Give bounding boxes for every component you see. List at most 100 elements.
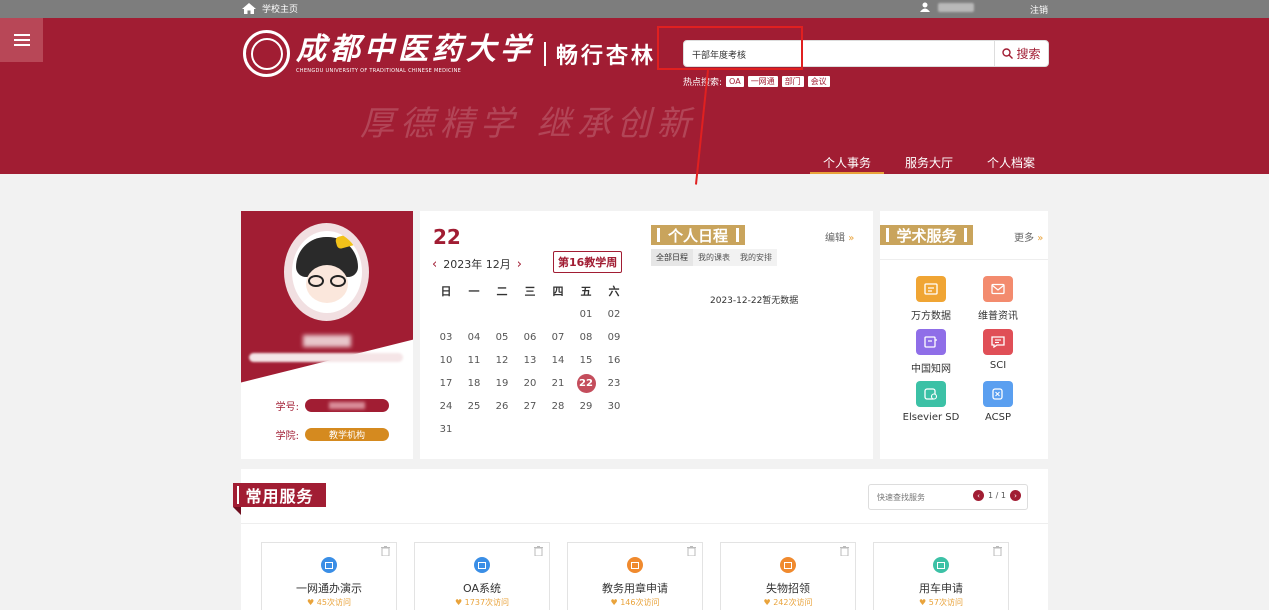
student-id-row: 学号: bbox=[241, 398, 389, 413]
service-card-yiwangtong[interactable]: 一网通办演示 ♥ 45次访问 bbox=[261, 542, 397, 610]
calendar-date[interactable]: 28 bbox=[544, 397, 572, 416]
current-day: 22 bbox=[433, 225, 461, 249]
calendar-date[interactable]: 07 bbox=[544, 328, 572, 347]
calendar-date[interactable]: 10 bbox=[432, 351, 460, 370]
prev-page-icon[interactable]: ‹ bbox=[973, 490, 985, 501]
service-card-oa[interactable]: OA系统 ♥ 1737次访问 bbox=[414, 542, 550, 610]
calendar-date[interactable]: 02 bbox=[600, 305, 628, 324]
calendar-empty-cell bbox=[572, 420, 600, 439]
search-button[interactable]: 搜索 bbox=[994, 41, 1048, 66]
prev-month-icon[interactable]: ‹ bbox=[432, 257, 437, 272]
calendar-date[interactable]: 11 bbox=[460, 351, 488, 370]
calendar-date[interactable]: 05 bbox=[488, 328, 516, 347]
academic-more-link[interactable]: 更多 » bbox=[1014, 229, 1043, 244]
academic-item-label: 万方数据 bbox=[911, 311, 951, 322]
schedule-edit-label: 编辑 bbox=[825, 233, 845, 244]
calendar-date[interactable]: 20 bbox=[516, 374, 544, 393]
trash-icon[interactable] bbox=[687, 546, 696, 556]
service-card-lost-found[interactable]: 失物招领 ♥ 242次访问 bbox=[720, 542, 856, 610]
teaching-week-badge: 第16教学周 bbox=[553, 251, 623, 273]
calendar-date[interactable]: 15 bbox=[572, 351, 600, 370]
user-info[interactable] bbox=[920, 2, 974, 12]
tab-personal-affairs[interactable]: 个人事务 bbox=[809, 154, 885, 174]
avatar[interactable] bbox=[284, 223, 369, 321]
tab-my-courses[interactable]: 我的课表 bbox=[693, 249, 735, 266]
academic-item-weipu[interactable]: 维普资讯 bbox=[958, 276, 1038, 322]
top-bar: 学校主页 注销 bbox=[0, 0, 1269, 18]
school-home-label: 学校主页 bbox=[262, 5, 299, 15]
academic-item-acsp[interactable]: ACSP bbox=[958, 381, 1038, 423]
calendar-date[interactable]: 21 bbox=[544, 374, 572, 393]
school-name-en: CHENGDU UNIVERSITY OF TRADITIONAL CHINES… bbox=[296, 68, 462, 74]
calendar-date[interactable]: 29 bbox=[572, 397, 600, 416]
calendar-date[interactable]: 17 bbox=[432, 374, 460, 393]
calendar-date[interactable]: 19 bbox=[488, 374, 516, 393]
service-card-vehicle-request[interactable]: 用车申请 ♥ 57次访问 bbox=[873, 542, 1009, 610]
visits-count: 45次访问 bbox=[316, 598, 351, 607]
calendar-date[interactable]: 04 bbox=[460, 328, 488, 347]
hot-tag-oa[interactable]: OA bbox=[726, 76, 744, 87]
service-icon bbox=[474, 557, 490, 573]
weekday-header: 五 bbox=[580, 285, 592, 298]
calendar-date[interactable]: 12 bbox=[488, 351, 516, 370]
calendar-date[interactable]: 25 bbox=[460, 397, 488, 416]
next-page-icon[interactable]: › bbox=[1010, 490, 1021, 501]
calendar-empty-cell bbox=[600, 420, 628, 439]
search-button-label: 搜索 bbox=[1016, 47, 1041, 61]
calendar-date[interactable]: 08 bbox=[572, 328, 600, 347]
calendar-date[interactable]: 16 bbox=[600, 351, 628, 370]
tab-service-hall[interactable]: 服务大厅 bbox=[905, 154, 953, 171]
calendar-date[interactable]: 26 bbox=[488, 397, 516, 416]
tab-my-arrangements[interactable]: 我的安排 bbox=[735, 249, 777, 266]
logout-link[interactable]: 注销 bbox=[1030, 3, 1048, 16]
school-home-link[interactable]: 学校主页 bbox=[242, 2, 298, 15]
double-chevron-icon: » bbox=[1037, 233, 1044, 244]
student-id-label: 学号: bbox=[275, 402, 299, 413]
trash-icon[interactable] bbox=[840, 546, 849, 556]
calendar-date[interactable]: 06 bbox=[516, 328, 544, 347]
calendar-empty-cell bbox=[460, 305, 488, 324]
service-visits: ♥ 242次访问 bbox=[763, 598, 813, 607]
calendar-date[interactable]: 22 bbox=[572, 374, 600, 393]
page-indicator: 1 / 1 bbox=[988, 491, 1006, 500]
tab-all-schedule[interactable]: 全部日程 bbox=[651, 249, 693, 266]
calendar-date[interactable]: 03 bbox=[432, 328, 460, 347]
schedule-edit-link[interactable]: 编辑 » bbox=[825, 229, 854, 244]
calendar-date[interactable]: 09 bbox=[600, 328, 628, 347]
calendar-empty-cell bbox=[488, 305, 516, 324]
calendar-date[interactable]: 30 bbox=[600, 397, 628, 416]
hot-tag-huiyi[interactable]: 会议 bbox=[807, 76, 830, 87]
school-seal-icon bbox=[243, 30, 290, 77]
calendar-date[interactable]: 24 bbox=[432, 397, 460, 416]
menu-button[interactable] bbox=[0, 18, 43, 62]
calendar-card: 22 ‹ 2023年 12月 › 第16教学周 日一二三四五六 01 02 03 04 0… bbox=[420, 211, 873, 459]
weekday-header: 日 bbox=[440, 285, 452, 298]
service-name: 教务用章申请 bbox=[602, 582, 668, 595]
next-month-icon[interactable]: › bbox=[517, 257, 522, 272]
trash-icon[interactable] bbox=[381, 546, 390, 556]
tab-personal-archive[interactable]: 个人档案 bbox=[987, 154, 1035, 171]
hot-tag-bumen[interactable]: 部门 bbox=[781, 76, 804, 87]
trash-icon[interactable] bbox=[534, 546, 543, 556]
user-name-blurred bbox=[303, 335, 351, 347]
calendar-date[interactable]: 14 bbox=[544, 351, 572, 370]
academic-item-sci[interactable]: SCI bbox=[958, 329, 1038, 371]
calendar-date[interactable]: 01 bbox=[572, 305, 600, 324]
hot-tag-yiwangtong[interactable]: 一网通 bbox=[747, 76, 778, 87]
service-card-seal-application[interactable]: 教务用章申请 ♥ 146次访问 bbox=[567, 542, 703, 610]
trash-icon[interactable] bbox=[993, 546, 1002, 556]
weekday-header: 六 bbox=[608, 285, 620, 298]
calendar-date[interactable]: 13 bbox=[516, 351, 544, 370]
calendar-empty-cell bbox=[516, 305, 544, 324]
month-label: 2023年 12月 bbox=[443, 258, 511, 271]
calendar-date[interactable]: 18 bbox=[460, 374, 488, 393]
student-id-value bbox=[305, 399, 389, 412]
search-icon bbox=[1002, 48, 1014, 59]
school-logo[interactable]: 成都中医药大学 CHENGDU UNIVERSITY OF TRADITIONA… bbox=[243, 30, 656, 77]
calendar-date[interactable]: 31 bbox=[432, 420, 460, 439]
service-search-input[interactable] bbox=[877, 490, 967, 504]
double-chevron-icon: » bbox=[848, 233, 855, 244]
calendar-date[interactable]: 27 bbox=[516, 397, 544, 416]
calendar-empty-cell bbox=[488, 420, 516, 439]
calendar-date[interactable]: 23 bbox=[600, 374, 628, 393]
